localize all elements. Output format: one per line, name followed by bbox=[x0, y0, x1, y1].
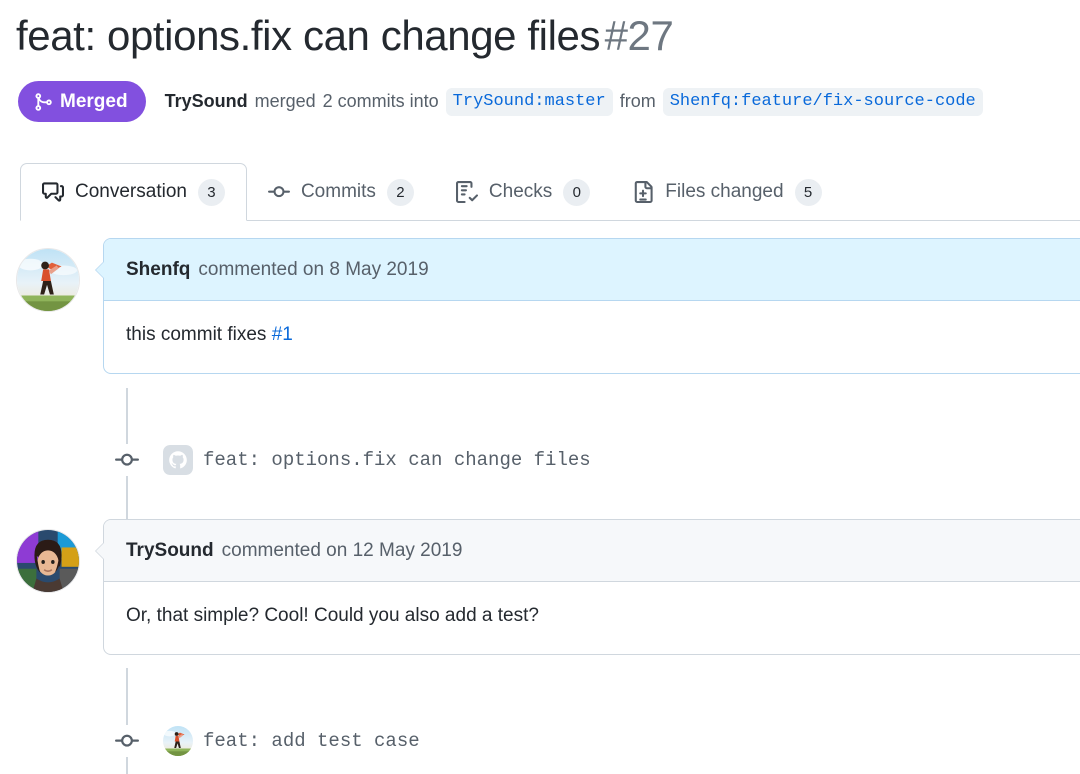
pull-request-page: feat: options.fix can change files #27 M… bbox=[0, 0, 1080, 774]
commit-author-avatar[interactable] bbox=[163, 445, 193, 475]
timeline-commit-row: feat: add test case bbox=[0, 721, 1080, 761]
pr-title-text: feat: options.fix can change files bbox=[16, 12, 601, 59]
comment-body-text: Or, that simple? Cool! Could you also ad… bbox=[126, 605, 539, 626]
tab-conversation-label: Conversation bbox=[75, 181, 187, 202]
tab-checks[interactable]: Checks 0 bbox=[435, 163, 611, 221]
avatar[interactable] bbox=[16, 248, 80, 312]
issue-reference-link[interactable]: #1 bbox=[272, 324, 293, 345]
head-branch-chip[interactable]: Shenfq:feature/fix-source-code bbox=[662, 87, 983, 116]
comment-header: Shenfq commented on 8 May 2019 bbox=[104, 239, 1080, 301]
from-label: from bbox=[619, 91, 656, 111]
timeline-commit-row: feat: options.fix can change files bbox=[0, 440, 1080, 480]
tab-list: Conversation 3 Commits 2 Checks 0 Files … bbox=[20, 163, 843, 221]
git-merge-icon bbox=[33, 92, 53, 112]
merge-description: TrySound merged 2 commits into TrySound:… bbox=[165, 87, 983, 116]
status-badge-merged: Merged bbox=[18, 81, 146, 122]
status-badge-label: Merged bbox=[60, 90, 128, 112]
tab-commits-count: 2 bbox=[386, 178, 414, 206]
checklist-icon bbox=[455, 181, 478, 203]
tab-checks-label: Checks bbox=[488, 181, 553, 202]
comment-author[interactable]: TrySound bbox=[126, 540, 214, 562]
merge-verb: merged bbox=[254, 91, 316, 111]
git-commit-icon bbox=[111, 725, 143, 757]
comment-discussion-icon bbox=[42, 181, 64, 203]
timeline-comment: TrySound commented on 12 May 2019 Or, th… bbox=[0, 519, 1080, 669]
tab-conversation[interactable]: Conversation 3 bbox=[20, 163, 247, 221]
base-branch-chip[interactable]: TrySound:master bbox=[445, 87, 613, 116]
comment-pointer-inner bbox=[96, 262, 104, 278]
tab-files-changed-label: Files changed bbox=[665, 181, 784, 202]
pr-state-row: Merged TrySound merged 2 commits into Tr… bbox=[18, 81, 983, 122]
comment-card: Shenfq commented on 8 May 2019 this comm… bbox=[95, 238, 1080, 374]
git-commit-icon bbox=[111, 444, 143, 476]
comment-meta: commented on 8 May 2019 bbox=[198, 258, 429, 280]
comment-meta: commented on 12 May 2019 bbox=[221, 539, 463, 561]
comment-header: TrySound commented on 12 May 2019 bbox=[104, 520, 1080, 582]
commit-author-avatar[interactable] bbox=[163, 726, 193, 756]
timeline-comment: Shenfq commented on 8 May 2019 this comm… bbox=[0, 238, 1080, 388]
tab-files-changed[interactable]: Files changed 5 bbox=[611, 163, 842, 221]
comment-pointer-inner bbox=[96, 543, 104, 559]
page-title: feat: options.fix can change files #27 bbox=[16, 8, 1076, 64]
tab-commits-label: Commits bbox=[300, 181, 376, 202]
comment-card: TrySound commented on 12 May 2019 Or, th… bbox=[95, 519, 1080, 655]
comment-body: this commit fixes #1 bbox=[104, 301, 1080, 373]
tab-files-changed-count: 5 bbox=[794, 178, 822, 206]
tab-commits[interactable]: Commits 2 bbox=[247, 163, 435, 221]
file-diff-icon bbox=[632, 181, 654, 203]
pr-number: #27 bbox=[604, 12, 674, 59]
merge-actor[interactable]: TrySound bbox=[165, 91, 248, 112]
tab-checks-count: 0 bbox=[563, 178, 591, 206]
commit-message[interactable]: feat: add test case bbox=[203, 726, 420, 756]
commit-message[interactable]: feat: options.fix can change files bbox=[203, 445, 591, 475]
comment-body: Or, that simple? Cool! Could you also ad… bbox=[104, 582, 1080, 654]
comment-body-text: this commit fixes bbox=[126, 324, 272, 345]
comment-author[interactable]: Shenfq bbox=[126, 259, 190, 281]
merge-commit-count: 2 commits into bbox=[322, 91, 439, 111]
avatar[interactable] bbox=[16, 529, 80, 593]
git-commit-icon bbox=[267, 181, 290, 203]
pr-tabbar: Conversation 3 Commits 2 Checks 0 Files … bbox=[0, 163, 1080, 221]
tab-conversation-count: 3 bbox=[197, 178, 225, 206]
